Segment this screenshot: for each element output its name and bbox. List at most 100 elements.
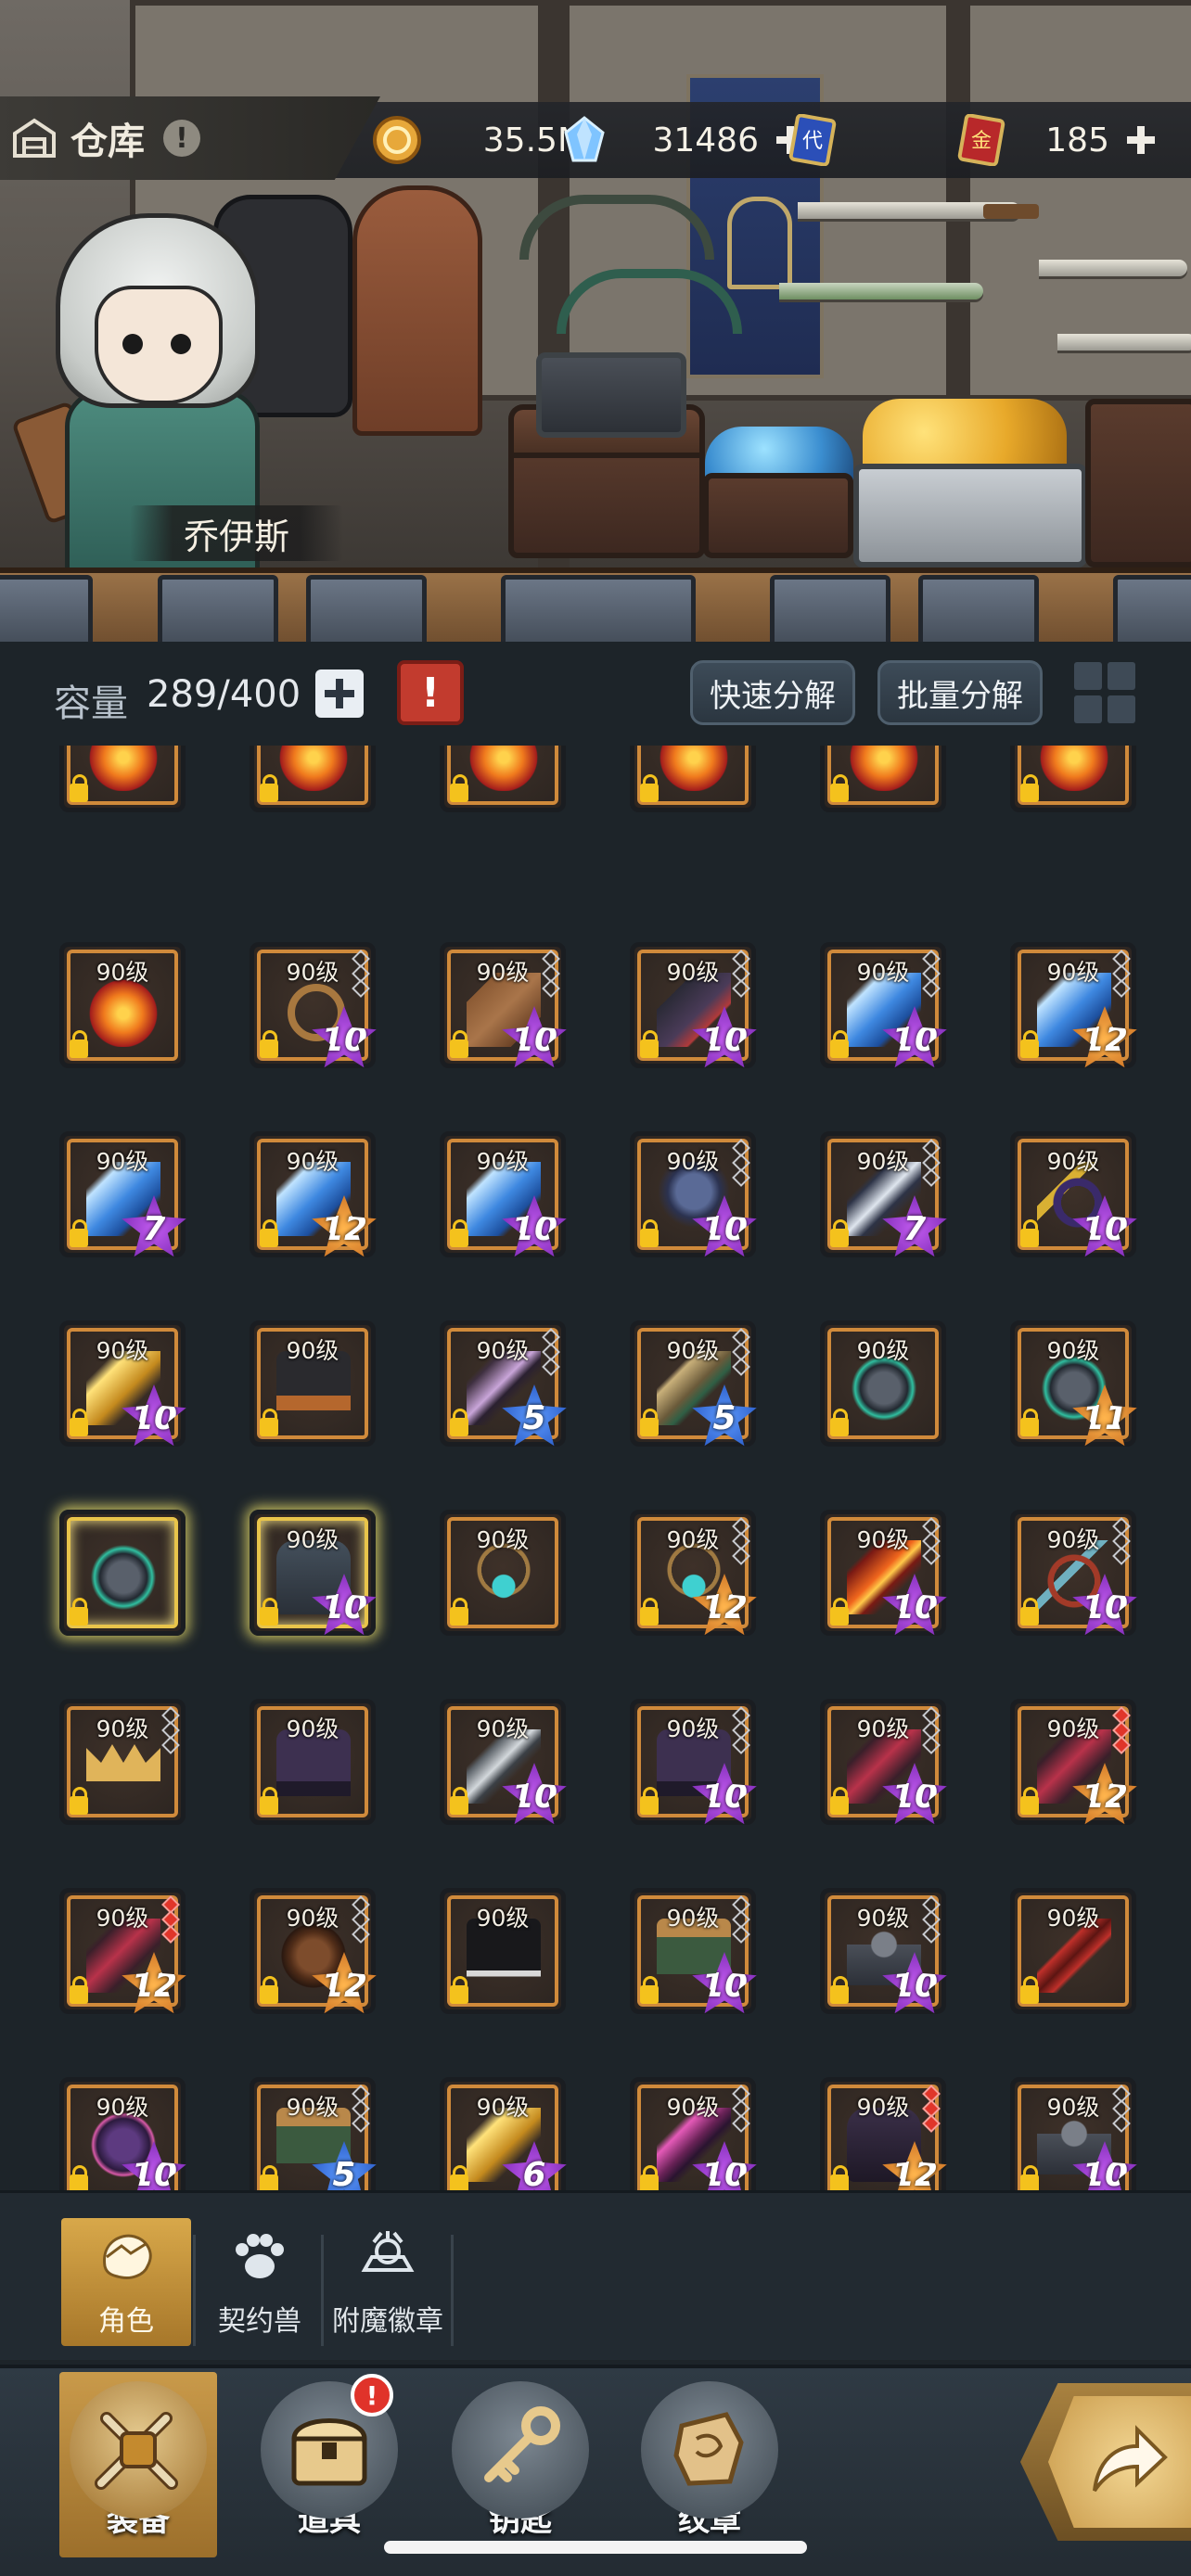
item-slot[interactable]: 90级 10 [820,1699,947,1825]
socket-diamond-icon [732,979,750,998]
item-slot[interactable]: 90级 10 [1010,2077,1137,2190]
item-slot[interactable]: 90级 10 [820,1510,947,1636]
lock-icon [1020,774,1039,802]
item-slot[interactable]: 90级 [440,1888,566,2014]
lock-icon [1020,1219,1039,1247]
lock-icon [830,1598,849,1626]
item-slot[interactable]: 90级 [250,1320,376,1447]
item-slot[interactable]: 90级 12 [250,1131,377,1257]
item-slot[interactable]: 90级 10 [630,1888,757,2014]
batch-dismantle-button[interactable]: 批量分解 [877,660,1043,725]
item-slot[interactable]: 90级 10 [820,942,947,1068]
socket-diamond-icon [1112,1736,1131,1754]
tab-enchant-emblem[interactable]: 附魔徽章 [323,2218,453,2346]
socket-indicators [1112,950,1131,998]
socket-diamond-icon [352,1925,370,1944]
equipment-icon [70,2381,207,2519]
item-slot[interactable]: 90级 5 [630,1320,757,1447]
add-red-ticket-button[interactable] [1122,121,1159,159]
character-name: 乔伊斯 [130,505,343,561]
sword-decoration [1039,260,1187,276]
item-slot[interactable] [820,746,946,812]
item-slot[interactable]: 90级 12 [820,2077,947,2190]
calendar-icon[interactable]: ! [397,660,464,725]
item-slot[interactable]: 90级 10 [59,1320,186,1447]
nav-equipment[interactable]: 装备 [59,2372,217,2557]
expand-capacity-button[interactable] [315,670,364,718]
item-slot[interactable] [250,746,376,812]
info-icon[interactable]: ! [163,120,200,157]
lock-icon [450,1787,468,1815]
item-slot[interactable]: 90级 10 [440,942,567,1068]
item-slot[interactable]: 90级 10 [630,2077,757,2190]
crystal-resource: 31486 [558,109,809,171]
item-slot[interactable]: 90级 7 [820,1131,947,1257]
gold-resource: 35.5M [371,109,586,171]
item-slot[interactable] [440,746,566,812]
item-slot[interactable]: 90级 10 [1010,1131,1137,1257]
item-slot[interactable]: 90级 10 [630,1699,757,1825]
socket-indicators [922,1517,941,1565]
item-level: 90级 [96,959,149,986]
wood-chest [508,404,705,558]
item-slot[interactable]: 90级 5 [250,2077,377,2190]
nav-crest[interactable]: 纹章 [631,2372,788,2557]
ember-item-icon [847,746,921,791]
crystal-icon [558,114,610,166]
capacity-label: 容量 [54,682,128,725]
item-slot[interactable]: 90级 10 [250,942,377,1068]
item-slot[interactable]: 90级 12 [1010,1699,1137,1825]
item-slot[interactable] [59,1510,186,1636]
item-slot[interactable]: 90级 12 [630,1510,757,1636]
tab-character[interactable]: 角色 [61,2218,191,2346]
socket-diamond-icon [732,1925,750,1944]
quick-dismantle-button[interactable]: 快速分解 [690,660,855,725]
item-slot[interactable]: 90级 10 [250,1510,377,1636]
hero-face [95,286,223,404]
item-slot[interactable] [59,746,186,812]
item-slot[interactable]: 90级 [440,1510,566,1636]
paw-icon [227,2229,292,2285]
item-level: 90级 [286,1715,339,1742]
item-slot[interactable]: 90级 12 [1010,942,1137,1068]
tab-pet[interactable]: 契约兽 [195,2218,325,2346]
treasure-chest [853,464,1087,567]
lock-icon [450,774,468,802]
item-slot[interactable]: 90级 11 [1010,1320,1137,1447]
item-slot[interactable]: 90级 12 [250,1888,377,2014]
item-slot[interactable]: 90级 10 [1010,1510,1137,1636]
item-slot[interactable]: 90级 [59,942,186,1068]
item-slot[interactable]: 90级 [59,1699,186,1825]
lock-icon [450,2165,468,2190]
socket-diamond-icon [352,2114,370,2133]
socket-diamond-icon [732,1547,750,1565]
item-slot[interactable] [1010,746,1136,812]
nav-keys[interactable]: 钥匙 [442,2372,599,2557]
item-slot[interactable]: 90级 [820,1320,946,1447]
item-slot[interactable]: 90级 [250,1699,376,1825]
item-slot[interactable]: 90级 5 [440,1320,567,1447]
item-level: 90级 [476,1148,530,1175]
item-level: 90级 [476,1905,530,1932]
red-ticket-icon: 金 [955,113,1007,167]
lock-icon [260,774,278,802]
item-slot[interactable]: 90级 10 [630,1131,757,1257]
item-slot[interactable]: 90级 7 [59,1131,186,1257]
item-slot[interactable]: 90级 10 [630,942,757,1068]
grid-view-icon[interactable] [1074,662,1135,723]
item-slot[interactable] [630,746,756,812]
lock-icon [830,1030,849,1058]
item-slot[interactable]: 90级 10 [59,2077,186,2190]
item-slot[interactable]: 90级 6 [440,2077,567,2190]
item-slot[interactable]: 90级 12 [59,1888,186,2014]
home-indicator[interactable] [384,2541,807,2554]
socket-indicators [922,950,941,998]
lock-icon [70,2165,88,2190]
item-slot[interactable]: 90级 [1010,1888,1136,2014]
lock-icon [1020,1787,1039,1815]
item-slot[interactable]: 90级 10 [440,1699,567,1825]
ember-item-icon [276,746,351,791]
item-slot[interactable]: 90级 10 [820,1888,947,2014]
socket-indicators [732,1706,750,1754]
item-slot[interactable]: 90级 10 [440,1131,567,1257]
